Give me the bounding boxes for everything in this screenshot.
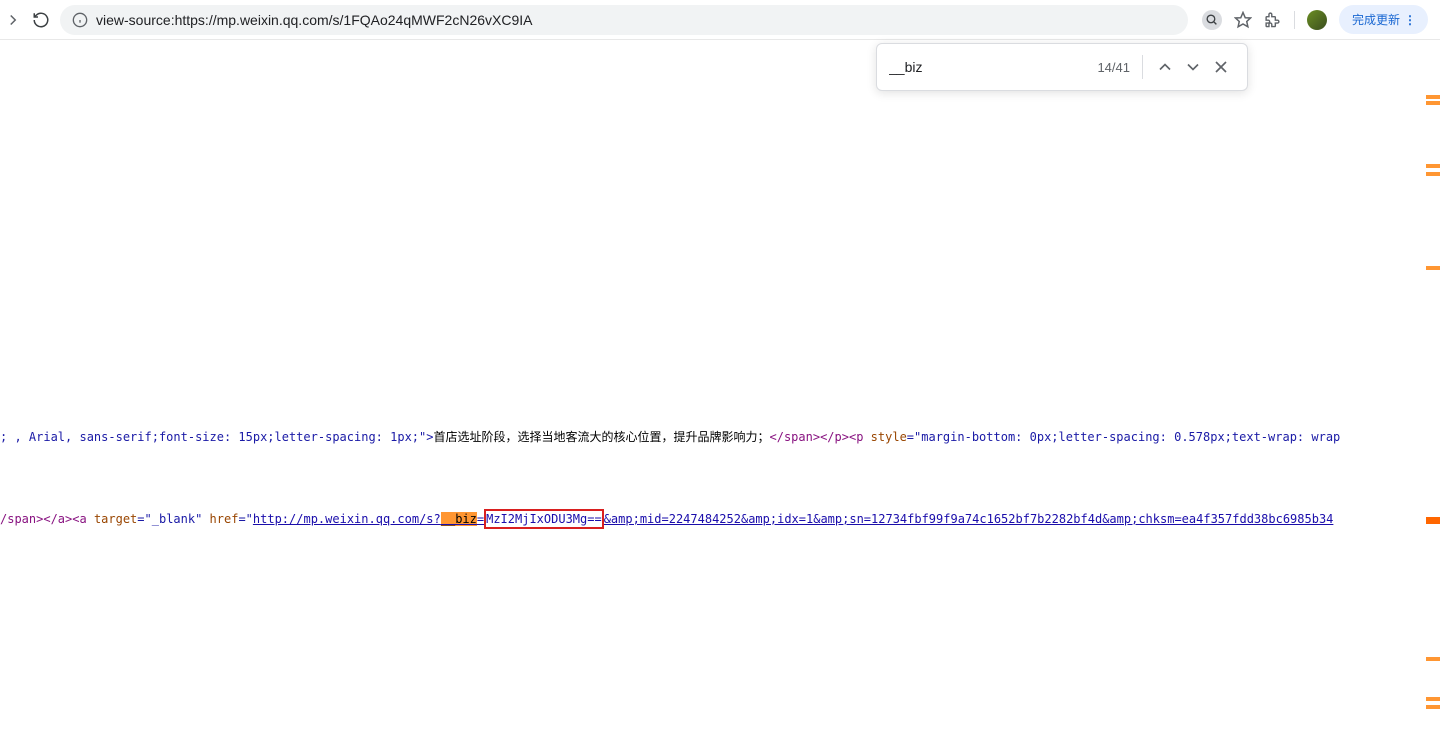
- menu-icon[interactable]: ⋮: [1404, 13, 1415, 27]
- address-bar[interactable]: view-source:https://mp.weixin.qq.com/s/1…: [60, 5, 1188, 35]
- url-text: view-source:https://mp.weixin.qq.com/s/1…: [96, 12, 533, 28]
- scroll-marker: [1426, 101, 1440, 105]
- scroll-marker: [1426, 657, 1440, 661]
- bookmark-icon[interactable]: [1234, 11, 1252, 29]
- toolbar-actions: 完成更新 ⋮: [1198, 5, 1432, 34]
- toolbar-divider: [1294, 11, 1295, 29]
- search-indicator-icon[interactable]: [1202, 10, 1222, 30]
- find-count: 14/41: [1097, 60, 1130, 75]
- find-separator: [1142, 55, 1143, 79]
- find-close-button[interactable]: [1207, 53, 1235, 81]
- scroll-marker: [1426, 517, 1440, 524]
- href-link[interactable]: http://mp.weixin.qq.com/s?__biz=MzI2MjIx…: [253, 512, 1333, 526]
- reload-button[interactable]: [32, 11, 50, 29]
- source-view: ; , Arial, sans-serif;font-size: 15px;le…: [0, 47, 1440, 755]
- source-line: /span></a><a target="_blank" href="http:…: [0, 509, 1333, 529]
- find-input[interactable]: [889, 59, 1097, 75]
- find-in-page-bar: 14/41: [876, 43, 1248, 91]
- highlighted-box: MzI2MjIxODU3Mg==: [484, 509, 604, 529]
- scrollbar-markers: [1426, 47, 1440, 755]
- site-info-icon[interactable]: [72, 12, 88, 28]
- scroll-marker: [1426, 95, 1440, 99]
- profile-avatar[interactable]: [1307, 10, 1327, 30]
- source-line: ; , Arial, sans-serif;font-size: 15px;le…: [0, 429, 1340, 445]
- scroll-marker: [1426, 172, 1440, 176]
- browser-toolbar: view-source:https://mp.weixin.qq.com/s/1…: [0, 0, 1440, 40]
- update-label: 完成更新: [1352, 11, 1400, 28]
- forward-button[interactable]: [4, 11, 22, 29]
- scroll-marker: [1426, 266, 1440, 270]
- search-match: __biz: [441, 512, 477, 526]
- scroll-marker: [1426, 164, 1440, 168]
- scroll-marker: [1426, 697, 1440, 701]
- scroll-marker: [1426, 705, 1440, 709]
- extensions-icon[interactable]: [1264, 11, 1282, 29]
- update-button[interactable]: 完成更新 ⋮: [1339, 5, 1428, 34]
- find-next-button[interactable]: [1179, 53, 1207, 81]
- find-prev-button[interactable]: [1151, 53, 1179, 81]
